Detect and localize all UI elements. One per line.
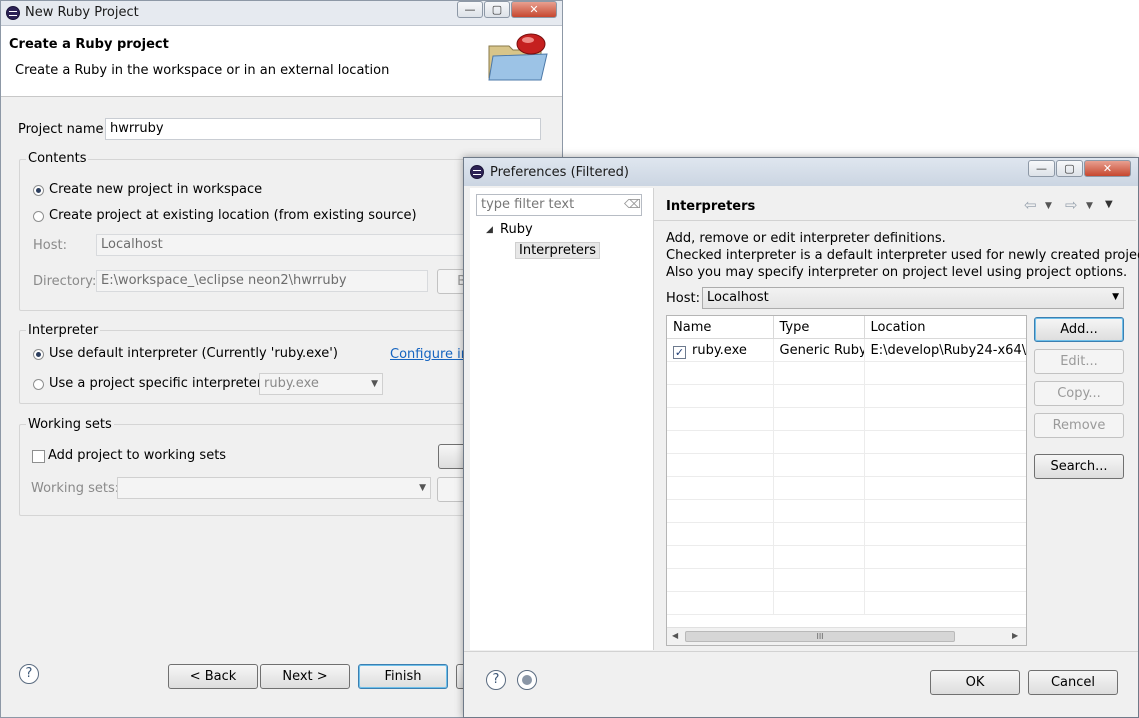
column-header-type[interactable]: Type — [773, 316, 865, 339]
specific-interpreter-radio[interactable] — [33, 379, 44, 390]
default-interpreter-label[interactable]: Use default interpreter (Currently 'ruby… — [49, 346, 338, 361]
working-sets-group — [19, 424, 471, 516]
specific-interpreter-combo: ruby.exe ▼ — [259, 373, 383, 395]
forward-menu-icon[interactable]: ▼ — [1086, 201, 1093, 211]
title-bar[interactable]: New Ruby Project — ▢ ✕ — [1, 1, 562, 26]
host-field: Localhost — [96, 234, 471, 256]
dropdown-arrow-icon: ▼ — [371, 379, 378, 389]
title-separator — [654, 220, 1136, 221]
project-name-label: Project name: — [18, 122, 108, 137]
maximize-button[interactable]: ▢ — [1056, 160, 1083, 177]
project-name-input[interactable]: hwrruby — [105, 118, 541, 140]
interpreter-group — [19, 330, 471, 404]
contents-label: Contents — [26, 151, 89, 166]
finish-button[interactable]: Finish — [358, 664, 448, 689]
horizontal-scrollbar[interactable]: ◀ III ▶ — [667, 627, 1026, 645]
column-header-name[interactable]: Name — [667, 316, 774, 339]
maximize-button[interactable]: ▢ — [484, 1, 510, 18]
default-interpreter-checkbox[interactable]: ✓ — [673, 345, 686, 359]
working-sets-combo: ▼ — [117, 477, 431, 499]
description-line-3: Also you may specify interpreter on proj… — [666, 265, 1128, 280]
ruby-folder-icon — [488, 33, 548, 81]
search-interpreters-button[interactable]: Search... — [1034, 454, 1124, 479]
description-line-1: Add, remove or edit interpreter definiti… — [666, 231, 946, 246]
window-title: New Ruby Project — [25, 5, 139, 20]
cancel-button[interactable]: Cancel — [1028, 670, 1118, 695]
host-value: Localhost — [707, 290, 769, 305]
host-label: Host: — [33, 238, 67, 253]
new-project-label[interactable]: Create new project in workspace — [49, 182, 262, 197]
minimize-button[interactable]: — — [1028, 160, 1055, 177]
filter-input[interactable]: type filter text — [476, 194, 642, 216]
add-interpreter-button[interactable]: Add... — [1034, 317, 1124, 342]
default-interpreter-radio[interactable] — [33, 349, 44, 360]
ok-button[interactable]: OK — [930, 670, 1020, 695]
copy-interpreter-button: Copy... — [1034, 381, 1124, 406]
interpreter-location: E:\develop\Ruby24-x64\bin — [864, 338, 1026, 362]
next-button[interactable]: Next > — [260, 664, 350, 689]
scroll-left-icon[interactable]: ◀ — [672, 631, 678, 640]
interpreter-type: Generic Ruby — [773, 338, 865, 362]
tree-item-interpreters[interactable]: Interpreters — [515, 242, 601, 259]
add-to-working-sets-checkbox[interactable] — [32, 450, 45, 463]
eclipse-icon — [6, 6, 20, 20]
import-export-icon-inner — [522, 675, 532, 685]
bottom-separator — [464, 651, 1138, 652]
specific-interpreter-value: ruby.exe — [264, 376, 319, 391]
configure-interpreters-link[interactable]: Configure in — [390, 347, 469, 362]
back-button[interactable]: < Back — [168, 664, 258, 689]
help-icon[interactable]: ? — [486, 670, 506, 690]
specific-interpreter-label[interactable]: Use a project specific interpreter: — [49, 376, 266, 391]
interpreter-label: Interpreter — [26, 323, 101, 338]
preferences-window: Preferences (Filtered) — ▢ ✕ type filter… — [463, 157, 1139, 718]
host-label: Host: — [666, 291, 700, 306]
clear-filter-icon[interactable]: ⌫ — [624, 197, 641, 211]
new-project-radio[interactable] — [33, 185, 44, 196]
close-button[interactable]: ✕ — [1084, 160, 1131, 177]
existing-location-radio[interactable] — [33, 211, 44, 222]
working-sets-field-label: Working sets: — [31, 481, 120, 496]
tree-item-ruby[interactable]: Ruby — [500, 222, 533, 237]
view-menu-icon[interactable]: ▼ — [1105, 199, 1113, 210]
edit-interpreter-button: Edit... — [1034, 349, 1124, 374]
description-line-2: Checked interpreter is a default interpr… — [666, 248, 1139, 263]
back-nav-icon[interactable]: ⇦ — [1024, 196, 1037, 214]
page-title: Interpreters — [666, 199, 756, 214]
preferences-title: Preferences (Filtered) — [490, 165, 629, 180]
wizard-banner: Create a Ruby project Create a Ruby in t… — [1, 26, 562, 97]
interpreter-name: ruby.exe — [692, 342, 747, 358]
host-select[interactable]: Localhost ▼ — [702, 287, 1124, 309]
existing-location-label[interactable]: Create project at existing location (fro… — [49, 208, 417, 223]
preferences-page: Interpreters ⇦ ▼ ⇨ ▼ ▼ Add, remove or ed… — [653, 188, 1139, 650]
column-header-location[interactable]: Location — [864, 316, 1026, 339]
directory-field: E:\workspace_\eclipse neon2\hwrruby — [96, 270, 428, 292]
dropdown-arrow-icon: ▼ — [1112, 292, 1119, 302]
directory-label: Directory: — [33, 274, 97, 289]
tree-expand-icon[interactable]: ◢ — [486, 225, 493, 235]
help-icon[interactable]: ? — [19, 664, 39, 684]
dropdown-arrow-icon: ▼ — [419, 483, 426, 493]
add-to-working-sets-label[interactable]: Add project to working sets — [48, 448, 226, 463]
minimize-button[interactable]: — — [457, 1, 483, 18]
interpreters-table[interactable]: Name Type Location ✓ ruby.exe Generic Rub… — [666, 315, 1027, 646]
banner-title: Create a Ruby project — [9, 37, 169, 52]
forward-nav-icon[interactable]: ⇨ — [1065, 196, 1078, 214]
close-button[interactable]: ✕ — [511, 1, 557, 18]
eclipse-icon — [470, 165, 484, 179]
table-row[interactable]: ✓ ruby.exe Generic Ruby E:\develop\Ruby24… — [667, 338, 1026, 362]
scroll-thumb[interactable]: III — [685, 631, 955, 642]
preferences-title-bar[interactable]: Preferences (Filtered) — ▢ ✕ — [464, 158, 1138, 186]
banner-subtitle: Create a Ruby in the workspace or in an … — [15, 63, 390, 78]
import-export-icon[interactable] — [517, 670, 537, 690]
working-sets-label: Working sets — [26, 417, 114, 432]
remove-interpreter-button: Remove — [1034, 413, 1124, 438]
back-menu-icon[interactable]: ▼ — [1045, 201, 1052, 211]
scroll-right-icon[interactable]: ▶ — [1012, 631, 1018, 640]
